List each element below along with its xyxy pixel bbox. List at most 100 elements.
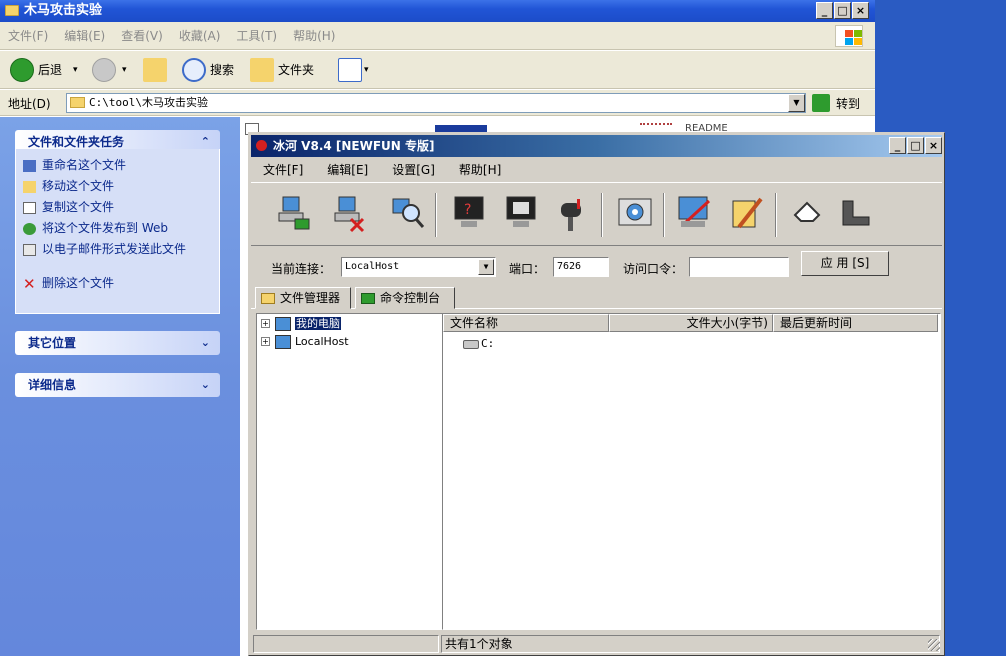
task-copy[interactable]: 复制这个文件: [16, 201, 219, 222]
menu-favorites[interactable]: 收藏(A): [171, 22, 229, 50]
details-header[interactable]: 详细信息 ⌄: [15, 373, 220, 397]
expand-chevron-icon[interactable]: ⌄: [201, 373, 210, 397]
exit-boot-icon[interactable]: [835, 193, 875, 233]
binghe-title-bar[interactable]: 冰河 V8.4 [NEWFUN 专版] _ □ ×: [251, 135, 942, 157]
delete-host-icon[interactable]: [331, 193, 371, 233]
add-host-icon[interactable]: [275, 193, 315, 233]
tab-command-console-label: 命令控制台: [380, 291, 441, 305]
expand-plus-icon[interactable]: +: [261, 337, 270, 346]
task-label: 将这个文件发布到 Web: [42, 221, 168, 235]
folder-icon: [70, 97, 85, 108]
settings-icon[interactable]: [615, 193, 655, 233]
back-dropdown-icon[interactable]: ▾: [73, 57, 78, 83]
file-icon[interactable]: [640, 123, 672, 131]
address-dropdown-button[interactable]: ▼: [788, 94, 805, 112]
home-icon[interactable]: [787, 193, 827, 233]
copy-icon: [23, 202, 36, 214]
password-label: 访问口令：: [623, 262, 684, 276]
column-size[interactable]: 文件大小(字节): [609, 314, 773, 332]
column-modified[interactable]: 最后更新时间: [773, 314, 938, 332]
screen-control-icon[interactable]: [501, 193, 541, 233]
go-arrow-icon[interactable]: [812, 94, 830, 112]
apply-button[interactable]: 应 用 [S]: [801, 251, 889, 276]
task-label: 复制这个文件: [42, 200, 115, 214]
drive-label: C:: [481, 337, 495, 350]
search-icon[interactable]: [182, 58, 206, 82]
minimize-button[interactable]: _: [816, 2, 833, 19]
current-connection-label: 当前连接：: [271, 262, 332, 276]
tab-file-manager[interactable]: 文件管理器: [255, 287, 351, 309]
drive-icon: [463, 340, 479, 349]
close-button[interactable]: ×: [852, 2, 869, 19]
rename-icon: [23, 160, 36, 172]
maximize-button[interactable]: □: [907, 137, 924, 154]
minimize-button[interactable]: _: [889, 137, 906, 154]
go-button[interactable]: 转到: [836, 95, 860, 112]
menu-help[interactable]: 帮助(H): [285, 22, 343, 50]
back-button[interactable]: 后退: [38, 57, 62, 83]
search-button[interactable]: 搜索: [210, 57, 234, 83]
bh-menu-help[interactable]: 帮助[H]: [447, 159, 513, 181]
address-label: 地址(D): [8, 97, 51, 111]
folders-icon[interactable]: [250, 58, 274, 82]
bh-menu-settings[interactable]: 设置[G]: [380, 159, 447, 181]
expand-plus-icon[interactable]: +: [261, 319, 270, 328]
menu-view[interactable]: 查看(V): [113, 22, 171, 50]
status-text: 共有1个对象: [441, 635, 940, 653]
other-places-header[interactable]: 其它位置 ⌄: [15, 331, 220, 355]
folders-button[interactable]: 文件夹: [278, 57, 314, 83]
bh-menu-edit[interactable]: 编辑[E]: [315, 159, 380, 181]
config-server-icon[interactable]: [675, 193, 715, 233]
list-item[interactable]: C:: [463, 336, 494, 352]
connection-combo[interactable]: LocalHost ▼: [341, 257, 496, 277]
forward-arrow-icon[interactable]: [92, 58, 116, 82]
details-title: 详细信息: [28, 378, 77, 392]
tree-item-localhost[interactable]: + LocalHost: [261, 334, 349, 350]
tree-item-my-computer[interactable]: + 我的电脑: [261, 316, 341, 332]
bh-menu-file[interactable]: 文件[F]: [251, 159, 315, 181]
search-host-icon[interactable]: [387, 193, 427, 233]
forward-dropdown-icon[interactable]: ▾: [122, 57, 127, 83]
expand-chevron-icon[interactable]: ⌄: [201, 331, 210, 355]
binghe-toolbar: ?: [251, 182, 942, 246]
file-tasks-title: 文件和文件夹任务: [28, 135, 125, 149]
computer-icon: [275, 317, 291, 331]
menu-edit[interactable]: 编辑(E): [56, 22, 113, 50]
views-icon[interactable]: [338, 58, 362, 82]
menu-tools[interactable]: 工具(T): [228, 22, 285, 50]
delete-x-icon: ✕: [23, 275, 36, 293]
menu-file[interactable]: 文件(F): [0, 22, 56, 50]
mailbox-icon[interactable]: [551, 193, 591, 233]
binghe-tabs: 文件管理器 命令控制台: [251, 285, 942, 309]
task-rename[interactable]: 重命名这个文件: [16, 159, 219, 180]
tools-icon[interactable]: [727, 193, 767, 233]
password-input[interactable]: [689, 257, 789, 277]
port-input[interactable]: 7626: [553, 257, 609, 277]
explorer-toolbar: 后退 ▾ ▾ 搜索 文件夹 ▾: [0, 51, 875, 89]
resize-grip-icon[interactable]: [928, 639, 940, 651]
task-email[interactable]: 以电子邮件形式发送此文件: [16, 243, 196, 277]
task-publish-web[interactable]: 将这个文件发布到 Web: [16, 222, 219, 243]
close-button[interactable]: ×: [925, 137, 942, 154]
file-list: 文件名称 文件大小(字节) 最后更新时间 C:: [442, 313, 941, 630]
port-label: 端口：: [509, 262, 546, 276]
dropdown-arrow-icon[interactable]: ▼: [478, 259, 494, 275]
maximize-button[interactable]: □: [834, 2, 851, 19]
task-label: 重命名这个文件: [42, 158, 127, 172]
tab-command-console[interactable]: 命令控制台: [355, 287, 455, 309]
views-dropdown-icon[interactable]: ▾: [364, 57, 369, 83]
task-move[interactable]: 移动这个文件: [16, 180, 219, 201]
address-input[interactable]: C:\tool\木马攻击实验: [66, 93, 806, 113]
task-delete[interactable]: ✕ 删除这个文件: [16, 277, 219, 298]
screen-capture-icon[interactable]: ?: [449, 193, 489, 233]
task-label: 删除这个文件: [42, 276, 115, 290]
port-value: 7626: [557, 261, 582, 272]
up-folder-icon[interactable]: [143, 58, 167, 82]
explorer-title-bar[interactable]: 木马攻击实验 _ □ ×: [0, 0, 875, 22]
file-tasks-list: 重命名这个文件 移动这个文件 复制这个文件 将这个文件发布到 Web 以电子邮件…: [15, 149, 220, 314]
back-arrow-icon[interactable]: [10, 58, 34, 82]
other-places-title: 其它位置: [28, 336, 77, 350]
tab-file-manager-label: 文件管理器: [280, 291, 341, 305]
console-icon: [361, 293, 375, 304]
column-name[interactable]: 文件名称: [443, 314, 609, 332]
